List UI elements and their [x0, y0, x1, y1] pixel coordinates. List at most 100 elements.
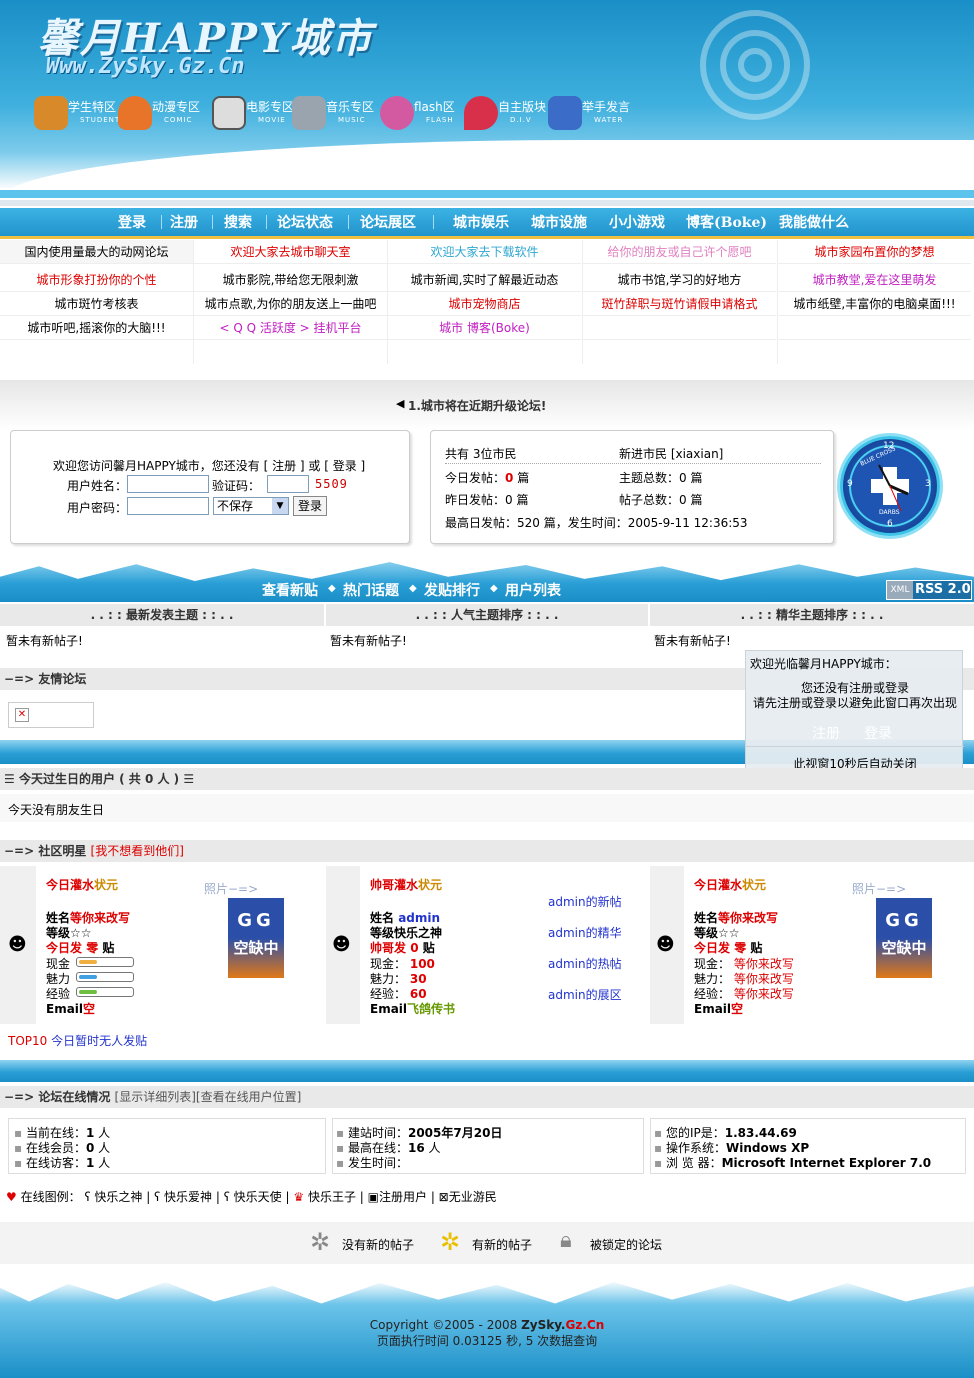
menu-blog[interactable]: 博客(Boke) — [686, 212, 767, 232]
menu-city-facilities[interactable]: 城市设施 — [531, 212, 587, 232]
online-detail-links[interactable]: [显示详细列表][查看在线用户位置] — [115, 1090, 302, 1104]
broken-image-icon: ✕ — [15, 708, 29, 722]
tab-user-list[interactable]: 用户列表 — [505, 580, 561, 600]
diamond-icon: ◆ — [328, 583, 336, 594]
link-cell[interactable]: 城市形象打扮你的个性 — [0, 268, 193, 292]
link-cell[interactable]: 国内使用量最大的动网论坛 — [0, 240, 193, 264]
link-cell[interactable]: 斑竹辞职与斑竹请假申请格式 — [583, 292, 776, 316]
link-cell[interactable]: 城市新闻,实时了解最近动态 — [388, 268, 581, 292]
admin-new-posts-link[interactable]: admin的新帖 — [548, 893, 622, 910]
tab-post-ranking[interactable]: 发贴排行 — [424, 580, 480, 600]
nav-music[interactable]: 音乐专区 MUSIC — [292, 96, 382, 136]
menu-what-can-i-do[interactable]: 我能做什么 — [779, 212, 849, 232]
tab-new-posts[interactable]: 查看新贴 — [262, 580, 318, 600]
bear-icon: ʕ — [223, 1190, 230, 1204]
menu-register[interactable]: 注册 — [170, 212, 198, 232]
menu-stripe — [0, 200, 974, 206]
menu-forum-exhibit[interactable]: 论坛展区 — [360, 212, 416, 232]
diamond-icon: ◆ — [490, 583, 498, 594]
menu-gold-line — [0, 236, 974, 239]
bear-icon: ʕ — [154, 1190, 161, 1204]
latest-empty: 暂未有新帖子! — [6, 634, 83, 648]
username-input[interactable] — [127, 475, 209, 493]
popular-empty: 暂未有新帖子! — [330, 634, 407, 648]
link-cell[interactable]: 城市 博客(Boke) — [388, 316, 581, 340]
menu-separator — [266, 215, 267, 229]
rss-badge[interactable]: XML RSS 2.0 — [886, 580, 972, 600]
grid-line — [387, 240, 388, 364]
nav-flash[interactable]: flash区 FLASH — [380, 96, 470, 136]
menu-search[interactable]: 搜索 — [224, 212, 252, 232]
save-select[interactable]: 不保存 ▼ — [213, 497, 289, 515]
link-cell[interactable]: 给你的朋友或自己许个愿吧 — [583, 240, 776, 264]
birthday-empty: 今天没有朋友生日 — [8, 803, 105, 817]
password-input[interactable] — [127, 497, 209, 515]
speaker-icon: ◀ — [396, 397, 405, 410]
divider — [445, 463, 821, 464]
captcha-input[interactable] — [267, 475, 309, 493]
nav-movie[interactable]: 电影专区 MOVIE — [212, 96, 302, 136]
chevron-down-icon: ▼ — [272, 498, 288, 514]
hide-stars-link[interactable]: [我不想看到他们] — [91, 844, 184, 858]
online-header: −=> 论坛在线情况 [显示详细列表][查看在线用户位置] — [0, 1086, 974, 1108]
section-popular-header: . . : : 人气主题排序 : : . . — [326, 604, 648, 626]
stereo-icon — [292, 96, 326, 130]
menu-city-fun[interactable]: 城市娱乐 — [453, 212, 509, 232]
admin-elite-link[interactable]: admin的精华 — [548, 924, 622, 941]
login-welcome: 欢迎您访问馨月HAPPY城市，您还没有 [ 注册 ] 或 [ 登录 ] — [53, 459, 366, 473]
username-label: 用户姓名： — [67, 479, 128, 493]
grid-line — [777, 240, 778, 364]
cash-bar — [76, 957, 134, 967]
link-cell — [583, 316, 776, 340]
link-cell[interactable]: 城市书馆,学习的好地方 — [583, 268, 776, 292]
menu-separator — [348, 215, 349, 229]
main-menu: 登录 注册 搜索 论坛状态 论坛展区 城市娱乐 城市设施 小小游戏 博客(Bok… — [0, 208, 974, 236]
admin-hot-link[interactable]: admin的热帖 — [548, 955, 622, 972]
stat-record: 最高日发帖：520 篇，发生时间：2005-9-11 12:36:53 — [445, 516, 748, 530]
link-cell[interactable]: 城市点歌,为你的朋友送上一曲吧 — [194, 292, 387, 316]
admin-exhibit-link[interactable]: admin的展区 — [548, 986, 622, 1003]
nav-water[interactable]: 举手发言 WATER — [548, 96, 638, 136]
nav-students[interactable]: 学生特区 STUDENTS — [34, 96, 125, 136]
link-cell[interactable]: 城市教堂,爱在这里萌发 — [778, 268, 971, 292]
link-cell[interactable]: 城市宠物商店 — [388, 292, 581, 316]
welcome-popup: 欢迎光临馨月HAPPY城市： 您还没有注册或登录 请先注册或登录以避免此窗口再次… — [745, 650, 964, 774]
notice-text[interactable]: 1.城市将在近期升级论坛! — [408, 397, 546, 414]
link-cell[interactable]: 欢迎大家去城市聊天室 — [194, 240, 387, 264]
link-cell[interactable]: 欢迎大家去下载软件 — [388, 240, 581, 264]
captcha-image: 5509 — [315, 477, 348, 491]
nav-comic[interactable]: 动漫专区 COMIC — [118, 96, 208, 136]
link-cell[interactable]: 城市纸壁,丰富你的电脑桌面!!! — [778, 292, 971, 316]
friend-link-box[interactable]: ✕ — [8, 702, 94, 728]
link-cell[interactable]: 城市影院,带给您无限刺激 — [194, 268, 387, 292]
menu-mini-games[interactable]: 小小游戏 — [609, 212, 665, 232]
link-cell[interactable]: < Q Q 活跃度 > 挂机平台 — [194, 316, 387, 340]
stat-newest[interactable]: 新进市民 [xiaxian] — [619, 445, 723, 462]
menu-separator — [433, 215, 434, 229]
divider-bar — [0, 1060, 974, 1082]
link-cell[interactable]: 城市斑竹考核表 — [0, 292, 193, 316]
guest-box-icon: ⊠ — [438, 1190, 449, 1204]
popup-register-link[interactable]: 注册 — [812, 723, 840, 743]
diamond-icon: ◆ — [409, 583, 417, 594]
login-button[interactable]: 登录 — [293, 496, 327, 516]
bear-icon: ʕ — [84, 1190, 91, 1204]
popup-login-link[interactable]: 登录 — [864, 723, 892, 743]
nav-div[interactable]: 自主版块 D.I.V — [464, 96, 554, 136]
link-grid: 国内使用量最大的动网论坛 欢迎大家去城市聊天室 欢迎大家去下载软件 给你的朋友或… — [0, 240, 974, 364]
no-new-posts-icon: ✲ — [310, 1228, 331, 1256]
link-cell[interactable]: 城市家园布置你的梦想 — [778, 240, 971, 264]
exec-time: 页面执行时间 0.03125 秒, 5 次数据查询 — [376, 1334, 598, 1348]
site-logo-url: Www.ZySky.Gz.Cn — [46, 54, 245, 79]
avatar-icon: ☻ — [8, 934, 27, 955]
avatar-icon: ☻ — [332, 934, 351, 955]
menu-login[interactable]: 登录 — [118, 212, 146, 232]
lock-icon: 🔒︎ — [560, 1228, 572, 1253]
crown-icon: ♛ — [293, 1190, 305, 1204]
link-cell[interactable]: 城市听吧,摇滚你的大脑!!! — [0, 316, 193, 340]
books-icon — [34, 96, 68, 130]
tab-hot-topics[interactable]: 热门话题 — [343, 580, 399, 600]
menu-forum-status[interactable]: 论坛状态 — [277, 212, 333, 232]
tab-bar — [0, 562, 974, 602]
charm-bar — [76, 972, 134, 982]
